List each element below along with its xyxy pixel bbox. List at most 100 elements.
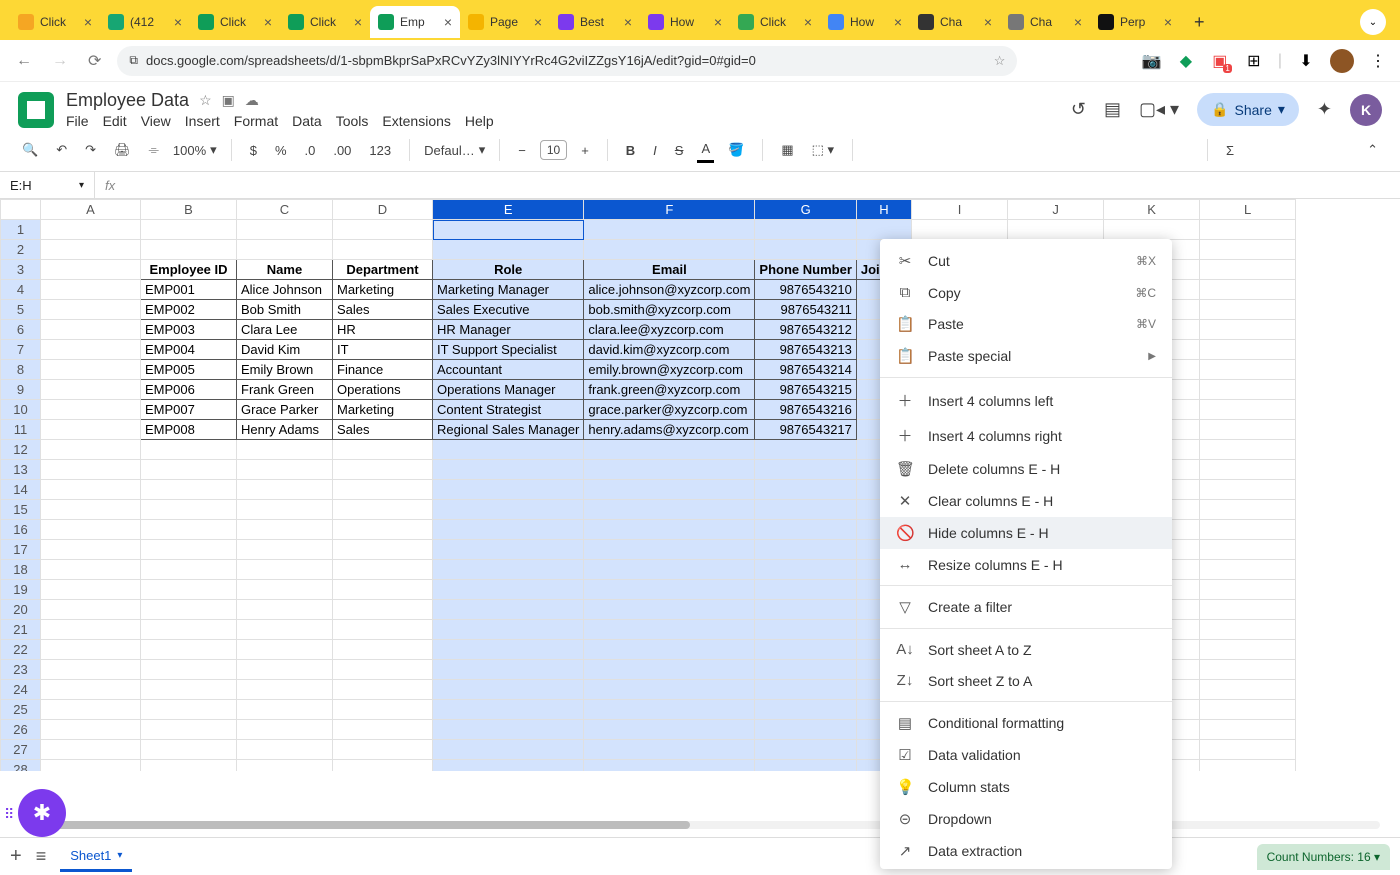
cell-E20[interactable] xyxy=(433,600,584,620)
cell-G9[interactable]: 9876543215 xyxy=(755,380,856,400)
row-header-25[interactable]: 25 xyxy=(1,700,41,720)
cell-L21[interactable] xyxy=(1200,620,1296,640)
cell-C20[interactable] xyxy=(237,600,333,620)
ctx-copy[interactable]: ⧉Copy⌘C xyxy=(880,277,1172,308)
ctx-paste-special[interactable]: 📋Paste special▶ xyxy=(880,340,1172,372)
cell-A16[interactable] xyxy=(41,520,141,540)
ctx-sort-az[interactable]: A↓Sort sheet A to Z xyxy=(880,634,1172,665)
cell-D21[interactable] xyxy=(333,620,433,640)
close-icon[interactable]: × xyxy=(894,14,902,30)
cell-G17[interactable] xyxy=(755,540,856,560)
column-header-L[interactable]: L xyxy=(1200,200,1296,220)
extensions-icon[interactable]: ⊞ xyxy=(1244,51,1264,71)
browser-tab[interactable]: Click× xyxy=(190,6,280,38)
cell-C5[interactable]: Bob Smith xyxy=(237,300,333,320)
menu-data[interactable]: Data xyxy=(292,113,322,129)
cell-G12[interactable] xyxy=(755,440,856,460)
cell-I1[interactable] xyxy=(912,220,1008,240)
comments-icon[interactable]: ▤ xyxy=(1104,99,1121,120)
star-icon[interactable]: ☆ xyxy=(199,92,212,109)
close-icon[interactable]: × xyxy=(984,14,992,30)
cell-C26[interactable] xyxy=(237,720,333,740)
select-all-cell[interactable] xyxy=(1,200,41,220)
column-header-D[interactable]: D xyxy=(333,200,433,220)
ctx-resize-cols[interactable]: ↔Resize columns E - H xyxy=(880,549,1172,580)
cell-D24[interactable] xyxy=(333,680,433,700)
cell-L17[interactable] xyxy=(1200,540,1296,560)
cell-F18[interactable] xyxy=(584,560,755,580)
cell-B7[interactable]: EMP004 xyxy=(141,340,237,360)
cell-A12[interactable] xyxy=(41,440,141,460)
cell-E15[interactable] xyxy=(433,500,584,520)
column-header-K[interactable]: K xyxy=(1104,200,1200,220)
cell-B5[interactable]: EMP002 xyxy=(141,300,237,320)
cell-L11[interactable] xyxy=(1200,420,1296,440)
cell-E3[interactable]: Role xyxy=(433,260,584,280)
cell-C14[interactable] xyxy=(237,480,333,500)
cell-L27[interactable] xyxy=(1200,740,1296,760)
cell-D10[interactable]: Marketing xyxy=(333,400,433,420)
search-icon[interactable]: 🔍 xyxy=(18,138,42,162)
close-icon[interactable]: × xyxy=(84,14,92,30)
ctx-conditional-formatting[interactable]: ▤Conditional formatting xyxy=(880,707,1172,739)
cell-B24[interactable] xyxy=(141,680,237,700)
cell-A22[interactable] xyxy=(41,640,141,660)
cell-C19[interactable] xyxy=(237,580,333,600)
profile-avatar[interactable] xyxy=(1330,49,1354,73)
cell-G16[interactable] xyxy=(755,520,856,540)
row-header-6[interactable]: 6 xyxy=(1,320,41,340)
row-header-16[interactable]: 16 xyxy=(1,520,41,540)
cell-A21[interactable] xyxy=(41,620,141,640)
row-header-10[interactable]: 10 xyxy=(1,400,41,420)
cell-L18[interactable] xyxy=(1200,560,1296,580)
cell-C7[interactable]: David Kim xyxy=(237,340,333,360)
ctx-clear-cols[interactable]: ✕Clear columns E - H xyxy=(880,485,1172,517)
browser-tab[interactable]: Perp× xyxy=(1090,6,1180,38)
print-icon[interactable]: 🖨 xyxy=(110,138,135,162)
cell-B22[interactable] xyxy=(141,640,237,660)
cell-F19[interactable] xyxy=(584,580,755,600)
cell-F23[interactable] xyxy=(584,660,755,680)
cell-D13[interactable] xyxy=(333,460,433,480)
collapse-toolbar-icon[interactable]: ⌃ xyxy=(1363,138,1382,162)
ctx-data-validation[interactable]: ☑Data validation xyxy=(880,739,1172,771)
cell-E23[interactable] xyxy=(433,660,584,680)
row-header-21[interactable]: 21 xyxy=(1,620,41,640)
cell-B26[interactable] xyxy=(141,720,237,740)
cell-E2[interactable] xyxy=(433,240,584,260)
cell-F22[interactable] xyxy=(584,640,755,660)
cell-F15[interactable] xyxy=(584,500,755,520)
ctx-create-filter[interactable]: ▽Create a filter xyxy=(880,591,1172,623)
cell-H1[interactable] xyxy=(856,220,911,240)
cell-B2[interactable] xyxy=(141,240,237,260)
row-header-14[interactable]: 14 xyxy=(1,480,41,500)
cell-A8[interactable] xyxy=(41,360,141,380)
row-header-4[interactable]: 4 xyxy=(1,280,41,300)
browser-tab[interactable]: Emp× xyxy=(370,6,460,38)
browser-tab[interactable]: How× xyxy=(820,6,910,38)
cell-G19[interactable] xyxy=(755,580,856,600)
cell-F7[interactable]: david.kim@xyzcorp.com xyxy=(584,340,755,360)
cell-D27[interactable] xyxy=(333,740,433,760)
cell-L2[interactable] xyxy=(1200,240,1296,260)
row-header-12[interactable]: 12 xyxy=(1,440,41,460)
cell-F16[interactable] xyxy=(584,520,755,540)
redo-icon[interactable]: ↷ xyxy=(81,138,100,162)
back-icon[interactable]: ← xyxy=(12,48,36,74)
cell-F3[interactable]: Email xyxy=(584,260,755,280)
cell-E18[interactable] xyxy=(433,560,584,580)
forward-icon[interactable]: → xyxy=(48,48,72,74)
cell-L22[interactable] xyxy=(1200,640,1296,660)
cell-F27[interactable] xyxy=(584,740,755,760)
row-header-24[interactable]: 24 xyxy=(1,680,41,700)
functions-icon[interactable]: Σ xyxy=(1222,139,1238,162)
cell-L28[interactable] xyxy=(1200,760,1296,772)
ctx-insert-left[interactable]: ＋Insert 4 columns left xyxy=(880,383,1172,418)
cell-L25[interactable] xyxy=(1200,700,1296,720)
cell-D1[interactable] xyxy=(333,220,433,240)
cell-L13[interactable] xyxy=(1200,460,1296,480)
browser-menu-icon[interactable]: ⋮ xyxy=(1368,51,1388,71)
cell-D20[interactable] xyxy=(333,600,433,620)
site-info-icon[interactable]: ⧉ xyxy=(129,53,138,68)
cell-F10[interactable]: grace.parker@xyzcorp.com xyxy=(584,400,755,420)
